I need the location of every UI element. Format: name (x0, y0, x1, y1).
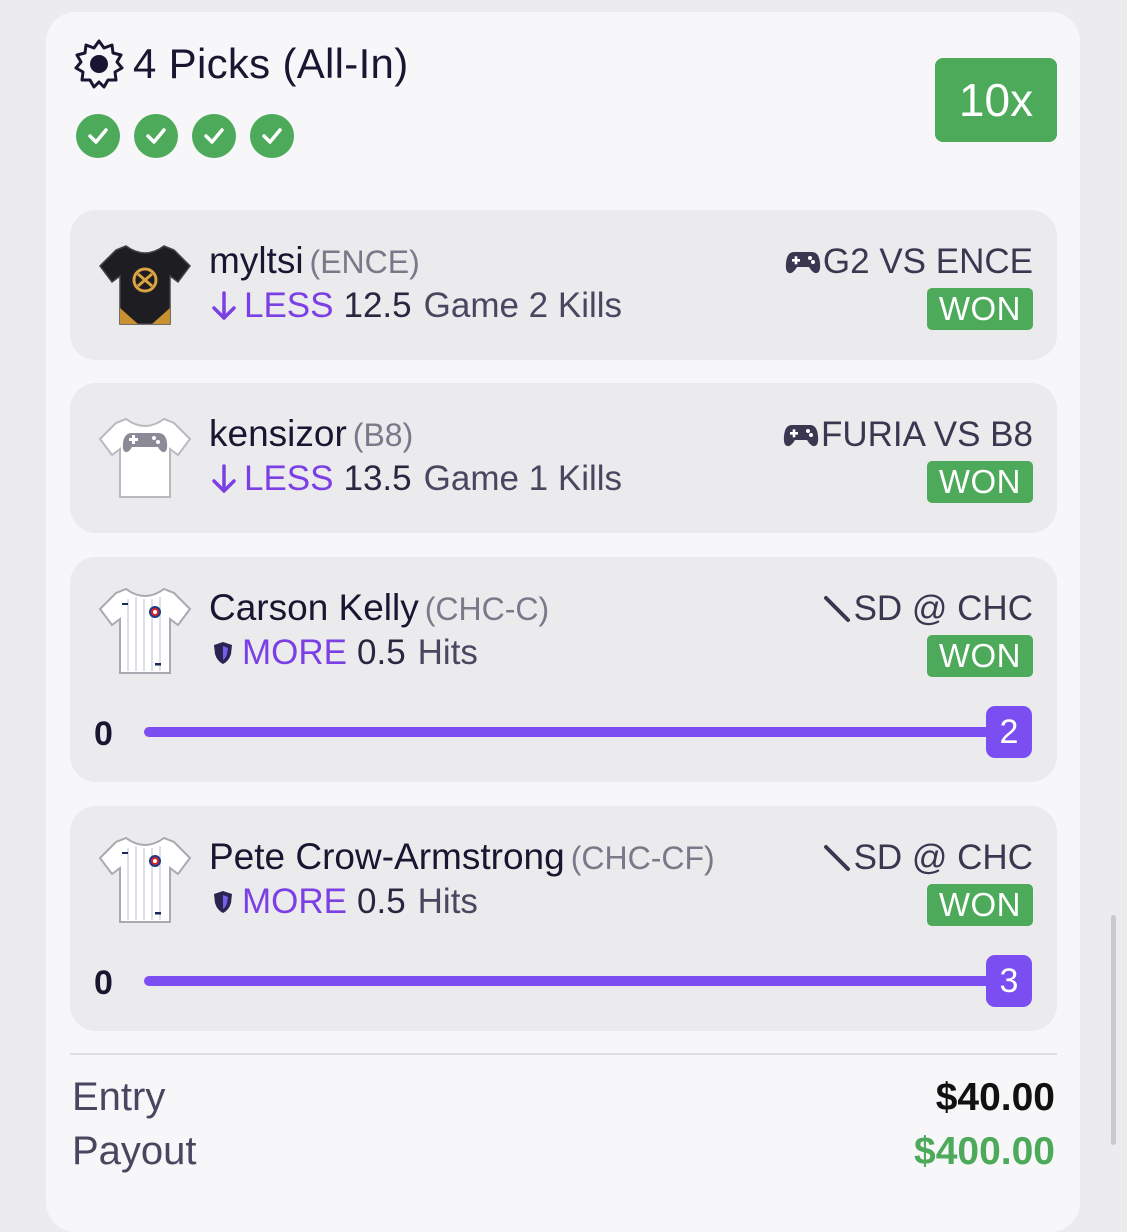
shield-icon (214, 891, 232, 913)
jersey-icon (98, 836, 192, 923)
jersey-icon (99, 245, 191, 325)
badge-icon (74, 39, 124, 89)
pick-direction: LESS (212, 459, 334, 499)
pick-line: LESS 12.5 Game 2 Kills (212, 286, 622, 326)
gamepad-icon (785, 252, 821, 274)
stat-name: Hits (417, 882, 478, 921)
result-badge: WON (926, 884, 1033, 926)
player-name: myltsi (ENCE) (209, 240, 420, 281)
line-value: 13.5 (343, 459, 412, 498)
arrow-down-icon (212, 291, 236, 320)
match-label: G2 VS ENCE (785, 242, 1033, 282)
match-label: SD @ CHC (822, 838, 1033, 878)
pick-card[interactable]: Carson Kelly (CHC-C) MORE 0.5 Hits SD @ C… (70, 557, 1057, 782)
pick-direction: MORE (212, 633, 347, 673)
progress-min: 0 (94, 964, 113, 1002)
result-badge: WON (926, 288, 1033, 330)
entry-title: 4 Picks (All-In) (133, 40, 409, 87)
stat-name: Hits (417, 633, 478, 672)
check-icon (134, 114, 178, 158)
check-icon (76, 114, 120, 158)
player-name: Carson Kelly (CHC-C) (209, 587, 550, 628)
entry-label: Entry (72, 1075, 166, 1119)
match-label: SD @ CHC (822, 589, 1033, 629)
line-value: 0.5 (357, 633, 406, 672)
stat-name: Game 2 Kills (423, 286, 623, 325)
pick-line: MORE 0.5 Hits (212, 633, 478, 673)
baseball-bat-icon (823, 596, 850, 622)
entry-amount: $40.00 (935, 1076, 1055, 1119)
jersey-icon (98, 587, 192, 674)
progress-bar (144, 976, 1016, 986)
check-icon (192, 114, 236, 158)
arrow-down-icon (212, 464, 236, 493)
player-name: kensizor (B8) (209, 413, 414, 454)
player-name: Pete Crow-Armstrong (CHC-CF) (209, 836, 715, 877)
pick-line: LESS 13.5 Game 1 Kills (212, 459, 622, 499)
player-team: (CHC-C) (424, 591, 550, 627)
pick-status-checks (76, 114, 294, 158)
stat-name: Game 1 Kills (423, 459, 623, 498)
pick-card[interactable]: Pete Crow-Armstrong (CHC-CF) MORE 0.5 Hit… (70, 806, 1057, 1031)
result-badge: WON (926, 461, 1033, 503)
player-team: (ENCE) (309, 244, 420, 280)
pick-line: MORE 0.5 Hits (212, 882, 478, 922)
jersey-icon (98, 417, 192, 498)
entry-header: 4 Picks (All-In) (73, 38, 409, 90)
payout-amount: $400.00 (914, 1130, 1055, 1173)
shield-icon (214, 642, 232, 664)
player-team: (CHC-CF) (570, 840, 715, 876)
result-badge: WON (926, 635, 1033, 677)
divider (70, 1053, 1057, 1055)
scrollbar[interactable] (1111, 915, 1116, 1145)
progress-value: 3 (986, 955, 1032, 1007)
payout-label: Payout (72, 1129, 197, 1173)
pick-direction: LESS (212, 286, 334, 326)
player-team: (B8) (352, 417, 414, 453)
gamepad-icon (783, 425, 819, 447)
progress-bar (144, 727, 1016, 737)
check-icon (250, 114, 294, 158)
line-value: 0.5 (357, 882, 406, 921)
match-label: FURIA VS B8 (783, 415, 1033, 455)
baseball-bat-icon (823, 845, 850, 871)
progress-min: 0 (94, 715, 113, 753)
progress-value: 2 (986, 706, 1032, 758)
pick-card[interactable]: myltsi (ENCE) LESS 12.5 Game 2 Kills G2 V… (70, 210, 1057, 360)
pick-card[interactable]: kensizor (B8) LESS 13.5 Game 1 Kills FURI… (70, 383, 1057, 533)
pick-direction: MORE (212, 882, 347, 922)
line-value: 12.5 (343, 286, 412, 325)
multiplier-badge: 10x (935, 58, 1057, 142)
